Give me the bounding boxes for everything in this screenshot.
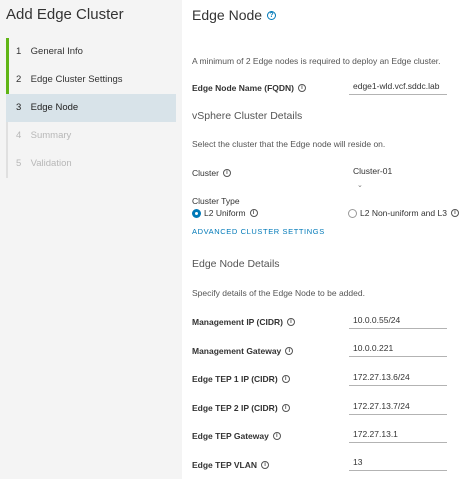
- info-icon[interactable]: i: [281, 375, 290, 383]
- management-ip-label-text: Management IP (CIDR): [192, 317, 283, 327]
- wizard-title: Add Edge Cluster: [6, 6, 124, 23]
- info-icon[interactable]: i: [287, 318, 295, 326]
- edge-tep2-ip-label: Edge TEP 2 IP (CIDR) i: [192, 403, 290, 413]
- vsphere-cluster-details-heading: vSphere Cluster Details: [192, 110, 303, 122]
- min-nodes-note: A minimum of 2 Edge nodes is required to…: [192, 56, 441, 66]
- edge-node-form: Edge Node ? A minimum of 2 Edge nodes is…: [192, 0, 474, 479]
- step-active-bar: [6, 94, 9, 122]
- edge-tep2-ip-label-text: Edge TEP 2 IP (CIDR): [192, 403, 278, 413]
- cluster-select-value: Cluster-01: [353, 166, 393, 176]
- wizard-sidebar: Add Edge Cluster 1 General Info 2 Edge C…: [0, 0, 182, 479]
- edge-node-details-desc: Specify details of the Edge Node to be a…: [192, 288, 365, 298]
- edge-tep-vlan-label: Edge TEP VLAN i: [192, 460, 270, 470]
- edge-tep-gateway-label-text: Edge TEP Gateway: [192, 431, 269, 441]
- step-number: 3: [16, 102, 22, 113]
- chevron-down-icon: ⌄: [357, 182, 363, 189]
- edge-tep2-ip-input[interactable]: 172.27.13.7/24: [349, 400, 447, 415]
- cluster-label-text: Cluster: [192, 168, 219, 178]
- radio-l2-uniform[interactable]: L2 Uniform i: [192, 208, 258, 218]
- info-icon[interactable]: i: [272, 432, 281, 440]
- help-icon[interactable]: ?: [267, 10, 277, 20]
- edge-tep-vlan-input[interactable]: 13: [349, 456, 447, 471]
- edge-tep1-ip-label-text: Edge TEP 1 IP (CIDR): [192, 374, 278, 384]
- edge-node-name-label-text: Edge Node Name (FQDN): [192, 83, 295, 93]
- info-icon[interactable]: i: [298, 84, 307, 92]
- step-general-info[interactable]: 1 General Info: [6, 38, 176, 66]
- info-icon[interactable]: i: [285, 347, 294, 355]
- edge-tep1-ip-input[interactable]: 172.27.13.6/24: [349, 371, 447, 386]
- edge-tep-vlan-label-text: Edge TEP VLAN: [192, 460, 258, 470]
- page-title: Edge Node ?: [192, 7, 277, 23]
- radio-unchecked-icon: [348, 208, 357, 218]
- radio-l2-uniform-label: L2 Uniform: [204, 208, 246, 218]
- radio-l2-nonuniform-l3[interactable]: L2 Non-uniform and L3 i: [348, 208, 459, 218]
- step-complete-bar: [6, 38, 9, 66]
- step-label: Validation: [30, 158, 72, 169]
- step-label: Summary: [30, 130, 72, 141]
- management-gateway-label-text: Management Gateway: [192, 346, 282, 356]
- cluster-type-radio-group: L2 Uniform i L2 Non-uniform and L3 i: [192, 208, 474, 222]
- step-pending-bar: [6, 122, 8, 150]
- edge-node-name-label: Edge Node Name (FQDN) i: [192, 83, 307, 93]
- radio-l2-nonuniform-label: L2 Non-uniform and L3: [360, 208, 447, 218]
- edge-tep-gateway-label: Edge TEP Gateway i: [192, 431, 281, 441]
- management-gateway-input[interactable]: 10.0.0.221: [349, 342, 447, 357]
- advanced-cluster-settings-link[interactable]: ADVANCED CLUSTER SETTINGS: [192, 227, 325, 236]
- info-icon[interactable]: i: [222, 169, 231, 177]
- step-number: 4: [16, 130, 22, 141]
- cluster-type-label: Cluster Type: [192, 196, 240, 206]
- step-label: Edge Cluster Settings: [30, 74, 123, 85]
- step-number: 5: [16, 158, 22, 169]
- edge-tep1-ip-label: Edge TEP 1 IP (CIDR) i: [192, 374, 290, 384]
- info-icon[interactable]: i: [281, 404, 290, 412]
- cluster-label: Cluster i: [192, 168, 231, 178]
- management-ip-input[interactable]: 10.0.0.55/24: [349, 314, 447, 329]
- step-pending-bar: [6, 150, 8, 178]
- step-edge-node[interactable]: 3 Edge Node: [6, 94, 176, 122]
- page-title-text: Edge Node: [192, 7, 263, 23]
- step-number: 1: [16, 46, 22, 57]
- edge-node-name-input[interactable]: edge1-wld.vcf.sddc.lab: [349, 80, 447, 95]
- step-edge-cluster-settings[interactable]: 2 Edge Cluster Settings: [6, 66, 176, 94]
- step-summary: 4 Summary: [6, 122, 176, 150]
- step-label: Edge Node: [30, 102, 79, 113]
- info-icon[interactable]: i: [450, 209, 459, 217]
- step-number: 2: [16, 74, 22, 85]
- edge-node-details-heading: Edge Node Details: [192, 258, 280, 270]
- management-ip-label: Management IP (CIDR) i: [192, 317, 295, 327]
- edge-tep-gateway-input[interactable]: 172.27.13.1: [349, 428, 447, 443]
- vsphere-cluster-desc: Select the cluster that the Edge node wi…: [192, 139, 386, 149]
- info-icon[interactable]: i: [261, 461, 270, 469]
- cluster-select[interactable]: Cluster-01 ⌄: [349, 165, 401, 189]
- step-validation: 5 Validation: [6, 150, 176, 178]
- radio-checked-icon: [192, 208, 201, 218]
- info-icon[interactable]: i: [249, 209, 258, 217]
- step-label: General Info: [30, 46, 83, 57]
- management-gateway-label: Management Gateway i: [192, 346, 294, 356]
- wizard-steps: 1 General Info 2 Edge Cluster Settings 3…: [6, 38, 176, 178]
- step-complete-bar: [6, 66, 9, 94]
